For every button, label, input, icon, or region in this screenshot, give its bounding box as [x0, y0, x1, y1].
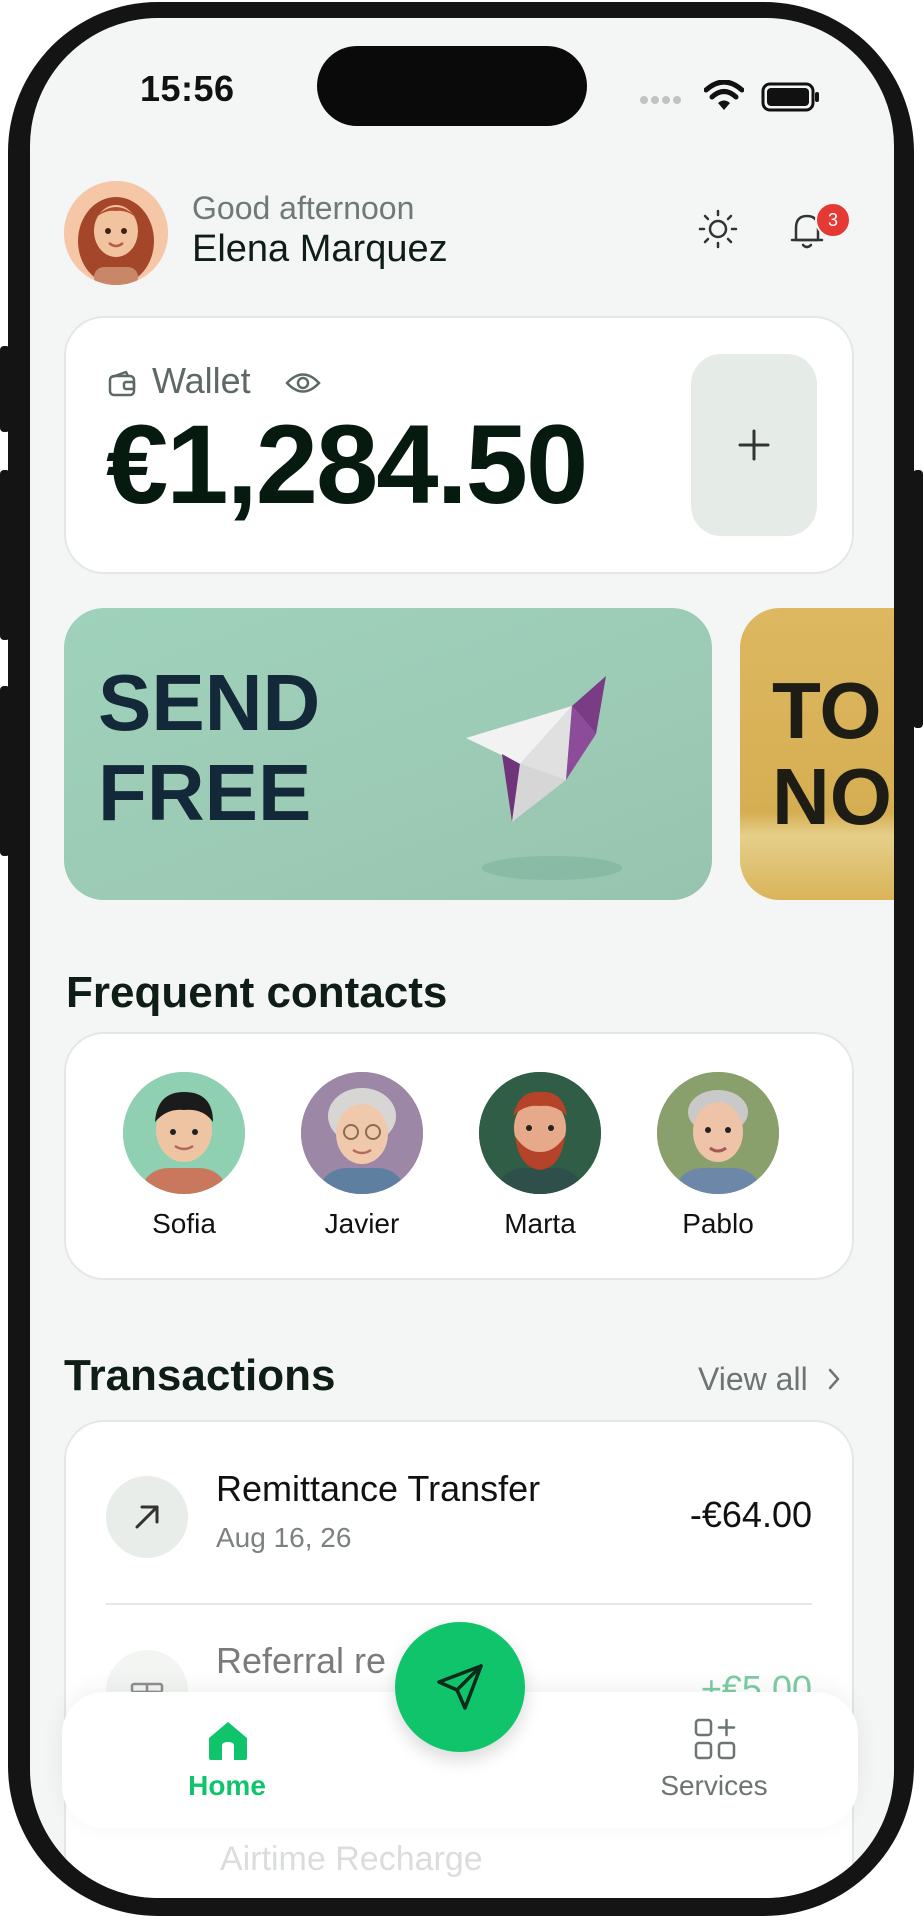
home-icon	[209, 1722, 247, 1760]
nav-home-label: Home	[188, 1770, 266, 1801]
contact-item[interactable]: Javier	[282, 1072, 442, 1262]
transaction-title: Remittance Transfer	[216, 1468, 541, 1509]
transaction-amount: -€64.00	[689, 1494, 812, 1535]
promo-banner-top-now[interactable]: TO NO	[740, 608, 894, 900]
view-all-link[interactable]: View all	[698, 1361, 808, 1398]
phone-side-button	[913, 470, 923, 728]
sun-icon[interactable]	[697, 208, 739, 250]
contact-avatar	[123, 1072, 245, 1194]
nav-services-label: Services	[660, 1770, 768, 1801]
dynamic-island	[317, 46, 587, 126]
transaction-title: Referral re	[216, 1640, 387, 1681]
greeting-text: Good afternoon	[192, 190, 415, 226]
send-money-button[interactable]	[395, 1622, 525, 1752]
phone-side-button	[0, 686, 10, 856]
nav-home[interactable]: Home	[160, 1718, 294, 1814]
phone-side-button	[0, 346, 10, 432]
add-money-button[interactable]	[691, 354, 817, 536]
user-name: Elena Marquez	[192, 228, 448, 270]
grid-plus-icon	[694, 1718, 736, 1760]
wallet-balance: €1,284.50	[106, 402, 588, 527]
wifi-icon	[704, 80, 744, 110]
chevron-right-icon[interactable]	[826, 1367, 842, 1391]
contact-avatar	[479, 1072, 601, 1194]
arrow-up-right-icon	[135, 1505, 159, 1529]
banner-headline: SEND FREE	[98, 658, 321, 837]
contact-name: Javier	[324, 1208, 400, 1239]
contact-name: Marta	[504, 1208, 576, 1239]
user-avatar[interactable]	[64, 181, 168, 285]
contact-avatar	[301, 1072, 423, 1194]
contact-item[interactable]: Sofia	[104, 1072, 264, 1262]
signal-icon	[640, 96, 681, 104]
contact-item[interactable]: Pablo	[638, 1072, 798, 1262]
wallet-label: Wallet	[152, 360, 251, 401]
frequent-contacts-title: Frequent contacts	[66, 968, 448, 1017]
contact-name: Pablo	[682, 1208, 754, 1239]
nav-services[interactable]: Services	[644, 1718, 784, 1814]
wallet-icon	[108, 370, 136, 397]
contact-item[interactable]: Marta	[460, 1072, 620, 1262]
battery-icon	[761, 82, 819, 112]
transaction-date: Aug 16, 26	[216, 1522, 352, 1553]
transaction-title-partial: Airtime Recharge	[220, 1840, 483, 1878]
transaction-divider	[106, 1603, 812, 1605]
send-icon	[437, 1664, 483, 1710]
status-time: 15:56	[140, 68, 235, 109]
plus-icon	[738, 429, 770, 461]
banner-headline: TO NO	[772, 666, 892, 841]
promo-banner-send-free[interactable]: SEND FREE	[64, 608, 712, 900]
transactions-title: Transactions	[64, 1351, 336, 1400]
transaction-row[interactable]: Remittance Transfer Aug 16, 26 -€64.00	[106, 1458, 812, 1578]
phone-side-button	[0, 470, 10, 640]
contact-name: Sofia	[152, 1208, 216, 1239]
transaction-type-icon	[106, 1476, 188, 1558]
paper-plane-icon	[466, 676, 622, 880]
contact-avatar	[657, 1072, 779, 1194]
app-screen: 15:56 Good afternoon Elena Marquez 3 Wal…	[30, 18, 894, 1898]
eye-icon[interactable]	[285, 370, 321, 396]
notification-badge: 3	[815, 202, 851, 238]
